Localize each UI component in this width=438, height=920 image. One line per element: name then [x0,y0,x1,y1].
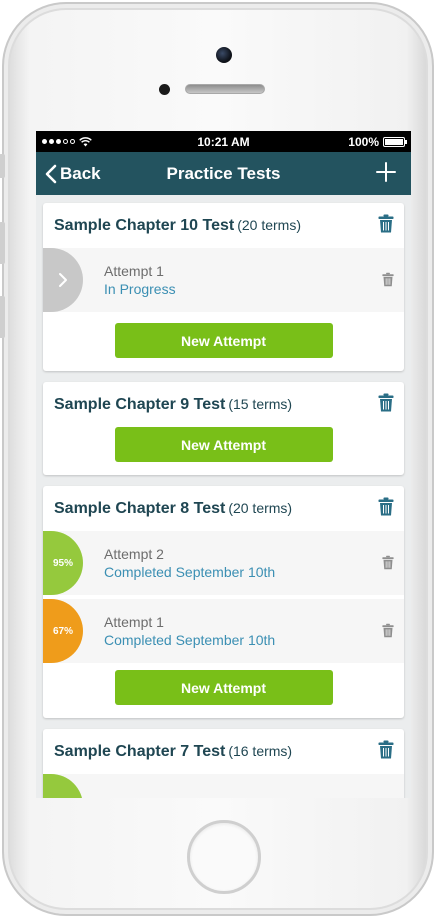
trash-icon [382,623,394,638]
attempt-row[interactable]: 95% Attempt 2 Completed September 10th [43,531,404,595]
delete-attempt-button[interactable] [382,555,394,575]
battery-icon [383,136,407,147]
volume-down-button [0,296,5,338]
attempt-row[interactable]: 67% Attempt 1 Completed September 10th [43,599,404,663]
delete-test-button[interactable] [378,393,394,417]
new-attempt-button[interactable]: New Attempt [114,670,333,705]
silent-switch [0,154,5,178]
delete-test-button[interactable] [378,214,394,238]
trash-icon [378,740,394,758]
trash-icon [378,214,394,232]
new-attempt-button[interactable]: New Attempt [114,323,333,358]
wifi-icon [79,136,92,146]
front-camera [216,47,232,63]
test-card: Sample Chapter 9 Test (15 terms) New Atte… [43,382,404,475]
earpiece-speaker [185,84,265,94]
test-title: Sample Chapter 8 Test [54,499,226,517]
add-test-button[interactable] [375,161,397,188]
chevron-left-icon [45,164,57,183]
test-card-header[interactable]: Sample Chapter 8 Test (20 terms) [43,486,404,531]
test-card-header[interactable]: Sample Chapter 7 Test (16 terms) [43,729,404,774]
trash-icon [382,272,394,287]
delete-test-button[interactable] [378,497,394,521]
attempt-status: Completed September 10th [104,564,276,580]
chevron-right-icon [59,273,67,287]
test-card-header[interactable]: Sample Chapter 10 Test (20 terms) [43,203,404,248]
test-card-header[interactable]: Sample Chapter 9 Test (15 terms) [43,382,404,427]
plus-icon [376,162,396,182]
attempt-status: Completed September 10th [104,632,276,648]
tests-list: Sample Chapter 10 Test (20 terms) Attemp… [36,195,411,798]
test-terms: (20 terms) [237,216,302,233]
trash-icon [378,393,394,411]
battery-status: 100% [348,134,407,149]
test-title: Sample Chapter 9 Test [54,395,226,413]
attempt-label: Attempt 1 [104,614,164,630]
back-label: Back [60,163,101,183]
app-screen: 10:21 AM 100% Back Practice Tests Sample… [36,131,411,798]
home-button[interactable] [187,820,261,894]
test-card: Sample Chapter 10 Test (20 terms) Attemp… [43,203,404,371]
signal-indicators [42,136,92,147]
attempt-progress-badge [43,248,83,312]
trash-icon [382,555,394,570]
status-bar: 10:21 AM 100% [36,131,411,152]
delete-attempt-button[interactable] [382,272,394,292]
test-card: Sample Chapter 8 Test (20 terms) 95% Atte… [43,486,404,718]
delete-attempt-button[interactable] [382,623,394,643]
attempt-row[interactable] [43,774,404,798]
test-card: Sample Chapter 7 Test (16 terms) [43,729,404,798]
new-attempt-button[interactable]: New Attempt [114,427,333,462]
signal-strength-icon [42,139,75,144]
attempt-label: Attempt 1 [104,263,164,279]
test-terms: (16 terms) [228,742,293,759]
attempt-status: In Progress [104,281,176,297]
battery-percent: 100% [348,134,379,149]
navigation-bar: Back Practice Tests [36,152,411,195]
test-terms: (15 terms) [228,395,293,412]
delete-test-button[interactable] [378,740,394,764]
test-title: Sample Chapter 7 Test [54,742,226,760]
test-title: Sample Chapter 10 Test [54,216,235,234]
score-badge [43,774,83,798]
volume-up-button [0,222,5,264]
proximity-sensor [159,84,170,95]
test-terms: (20 terms) [228,499,293,516]
score-badge: 67% [43,599,83,663]
attempt-label: Attempt 2 [104,546,164,562]
score-badge: 95% [43,531,83,595]
trash-icon [378,497,394,515]
attempt-row[interactable]: Attempt 1 In Progress [43,248,404,312]
back-button[interactable]: Back [36,164,101,184]
